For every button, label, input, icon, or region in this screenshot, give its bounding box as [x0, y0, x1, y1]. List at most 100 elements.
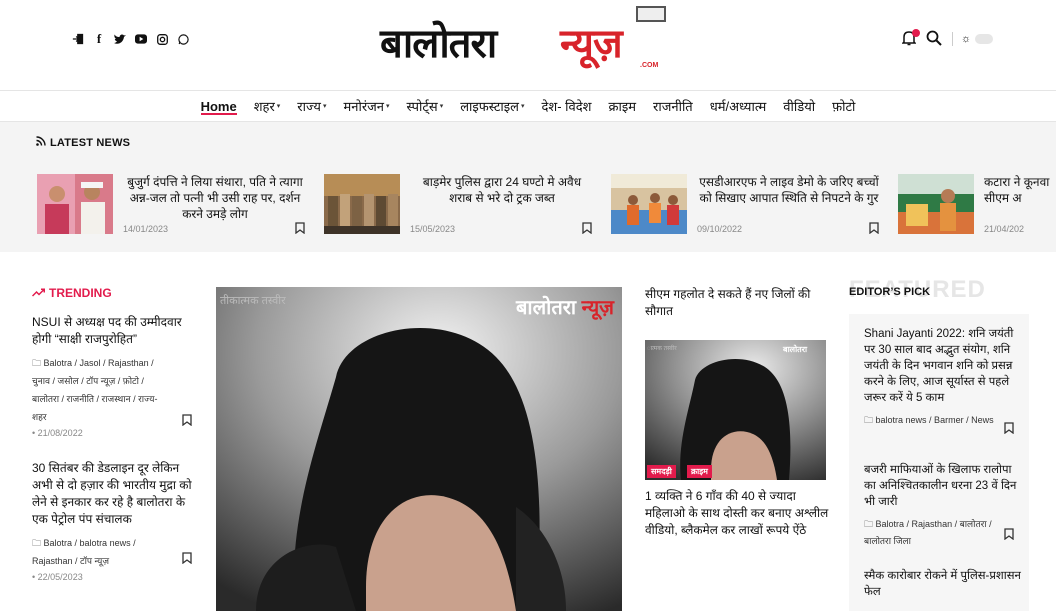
bookmark-icon[interactable]: [869, 222, 879, 237]
folder-icon: 🗀: [32, 358, 42, 368]
header-actions: ☼: [900, 29, 995, 48]
nav-label: देश- विदेश: [541, 99, 592, 114]
main-nav: Home शहर ▾ राज्य ▾ मनोरंजन ▾ स्पोर्ट्स ▾ लाइ…: [0, 90, 1056, 122]
nav-item-world[interactable]: देश- विदेश: [541, 91, 591, 121]
section-title: EDITOR’S PICK: [849, 286, 931, 298]
latest-news-section: LATEST NEWS बुजुर्ग दंपत्ति ने लिया संथा…: [0, 122, 1056, 252]
editors-pick-item[interactable]: बजरी माफियाओं के खिलाफ रालोपा का अनिश्चि…: [864, 462, 1022, 550]
date-text: 22/05/2023: [37, 572, 83, 582]
nav-item-home[interactable]: Home: [200, 91, 237, 121]
news-date: 15/05/2023: [410, 224, 456, 234]
news-title[interactable]: बुजुर्ग दंपत्ति ने लिया संथारा, पति ने त…: [123, 174, 307, 222]
editors-pick-item[interactable]: स्मैक कारोबार रोकने में पुलिस-प्रशासन फे…: [864, 568, 1022, 600]
folder-icon: 🗀: [864, 415, 874, 425]
news-date: 09/10/2022: [697, 224, 743, 234]
editors-pick-panel: Shani Jayanti 2022: शनि जयंती पर 30 साल …: [849, 314, 1029, 611]
pick-title[interactable]: स्मैक कारोबार रोकने में पुलिस-प्रशासन फे…: [864, 568, 1022, 600]
folder-icon: 🗀: [864, 519, 874, 529]
trending-up-icon: [31, 286, 46, 300]
bookmark-icon[interactable]: [1004, 422, 1014, 437]
youtube-icon[interactable]: [135, 32, 147, 46]
section-title: TRENDING: [49, 286, 112, 300]
news-title[interactable]: बाड़मेर पुलिस द्वारा 24 घण्टो मे अवैध शर…: [410, 174, 594, 206]
middle-column: सीएम गहलोत दे सकते हैं नए जिलों की सौगात…: [645, 286, 830, 539]
nav-item-religion[interactable]: धर्म/अध्यात्म: [710, 91, 767, 121]
nav-label: धर्म/अध्यात्म: [709, 99, 767, 114]
news-thumbnail: [898, 174, 974, 234]
logo-text-part2: न्यूज़: [560, 21, 623, 67]
nav-item-lifestyle[interactable]: लाइफस्टाइल ▾: [460, 91, 524, 121]
article-photo: [645, 340, 826, 480]
tag-list[interactable]: balotra news / Barmer / News: [876, 415, 994, 425]
login-icon[interactable]: [72, 32, 84, 46]
news-title[interactable]: कटारा ने कूनवा सीएम अ: [984, 174, 1054, 206]
sun-icon: ☼: [961, 33, 972, 45]
twitter-icon[interactable]: [114, 32, 126, 46]
article-thumbnail[interactable]: ात्मक तस्वीर बालोतरा समदड़ी क्राइम: [645, 340, 826, 480]
tag-list[interactable]: Balotra / balotra news / Rajasthan / टॉप…: [32, 538, 136, 566]
trending-title[interactable]: 30 सितंबर की डेडलाइन दूर लेकिन अभी से दो…: [32, 460, 198, 528]
nav-item-video[interactable]: वीडियो: [783, 91, 815, 121]
category-tag[interactable]: समदड़ी: [647, 465, 676, 478]
nav-item-politics[interactable]: राजनीति: [653, 91, 693, 121]
latest-news-heading: LATEST NEWS: [36, 136, 130, 149]
chevron-down-icon: ▾: [276, 103, 281, 110]
featured-photo: [216, 287, 622, 611]
image-logo: बालोतरा: [783, 345, 808, 354]
section-title: LATEST NEWS: [50, 136, 131, 149]
image-logo-part2: न्यूज़: [581, 297, 615, 319]
trending-item[interactable]: 30 सितंबर की डेडलाइन दूर लेकिन अभी से दो…: [32, 460, 198, 582]
pick-title[interactable]: Shani Jayanti 2022: शनि जयंती पर 30 साल …: [864, 326, 1022, 406]
date-text: 21/08/2022: [37, 428, 83, 438]
rss-icon: [36, 136, 46, 149]
nav-item-photo[interactable]: फ़ोटो: [832, 91, 855, 121]
site-header: f बालोतरा न्यूज़ .COM ☼: [0, 0, 1056, 90]
news-title[interactable]: एसडीआरएफ ने लाइव डेमो के जरिए बच्चों को …: [697, 174, 881, 206]
news-date: 14/01/2023: [123, 224, 169, 234]
nav-item-crime[interactable]: क्राइम: [609, 91, 637, 121]
nav-label: Home: [200, 98, 237, 114]
bookmark-icon[interactable]: [182, 552, 192, 567]
divider: [952, 32, 953, 46]
category-tag[interactable]: क्राइम: [687, 465, 712, 478]
news-date: 21/04/202: [984, 224, 1025, 234]
latest-news-item[interactable]: कटारा ने कूनवा सीएम अ 21/04/202: [898, 174, 1056, 238]
site-logo[interactable]: बालोतरा न्यूज़ .COM: [380, 6, 670, 72]
search-icon[interactable]: [926, 30, 944, 48]
trending-section: TRENDING NSUI से अध्यक्ष पद की उम्मीदवार…: [31, 286, 198, 582]
bookmark-icon[interactable]: [182, 414, 192, 429]
news-thumbnail: [611, 174, 687, 234]
facebook-icon[interactable]: f: [93, 31, 105, 46]
image-logo-part1: बालोतरा: [516, 297, 577, 319]
nav-item-state[interactable]: राज्य ▾: [297, 91, 326, 121]
toggle-track: [975, 34, 994, 44]
trending-item[interactable]: NSUI से अध्यक्ष पद की उम्मीदवार होगी “सा…: [32, 314, 198, 438]
post-tags: 🗀 Balotra / Jasol / Rajasthan / चुनाव / …: [32, 354, 172, 426]
featured-article-image[interactable]: तीकात्मक तस्वीर बालोतरा न्यूज़: [216, 287, 622, 611]
nav-label: राजनीति: [653, 99, 693, 114]
bell-icon[interactable]: [900, 29, 920, 48]
news-thumbnail: [324, 174, 400, 234]
nav-item-sports[interactable]: स्पोर्ट्स ▾: [407, 91, 444, 121]
whatsapp-icon[interactable]: [177, 32, 189, 46]
nav-label: शहर: [253, 99, 275, 114]
editors-pick-item[interactable]: Shani Jayanti 2022: शनि जयंती पर 30 साल …: [864, 326, 1022, 435]
tag-list[interactable]: Balotra / Jasol / Rajasthan / चुनाव / जस…: [32, 358, 158, 422]
trending-title[interactable]: NSUI से अध्यक्ष पद की उम्मीदवार होगी “सा…: [32, 314, 198, 348]
editors-pick-section: FEATURED EDITOR’S PICK Shani Jayanti 202…: [849, 272, 1029, 611]
article-title[interactable]: सीएम गहलोत दे सकते हैं नए जिलों की सौगात: [645, 286, 830, 320]
news-thumbnail: [37, 174, 113, 234]
instagram-icon[interactable]: [156, 32, 168, 46]
image-watermark: तीकात्मक तस्वीर: [220, 295, 286, 307]
bookmark-icon[interactable]: [1004, 528, 1014, 543]
bookmark-icon[interactable]: [295, 222, 305, 237]
bookmark-icon[interactable]: [582, 222, 592, 237]
theme-toggle[interactable]: ☼: [961, 32, 995, 46]
tag-list[interactable]: Balotra / Rajasthan / बालोतरा / बालोतरा …: [864, 519, 992, 546]
nav-label: मनोरंजन: [343, 99, 385, 114]
logo-text-part1: बालोतरा: [380, 21, 497, 67]
nav-item-entertainment[interactable]: मनोरंजन ▾: [343, 91, 389, 121]
pick-title[interactable]: बजरी माफियाओं के खिलाफ रालोपा का अनिश्चि…: [864, 462, 1022, 510]
nav-item-city[interactable]: शहर ▾: [254, 91, 281, 121]
article-title[interactable]: 1 व्यक्ति ने 6 गाँव की 40 से ज्यादा महिल…: [645, 488, 830, 539]
